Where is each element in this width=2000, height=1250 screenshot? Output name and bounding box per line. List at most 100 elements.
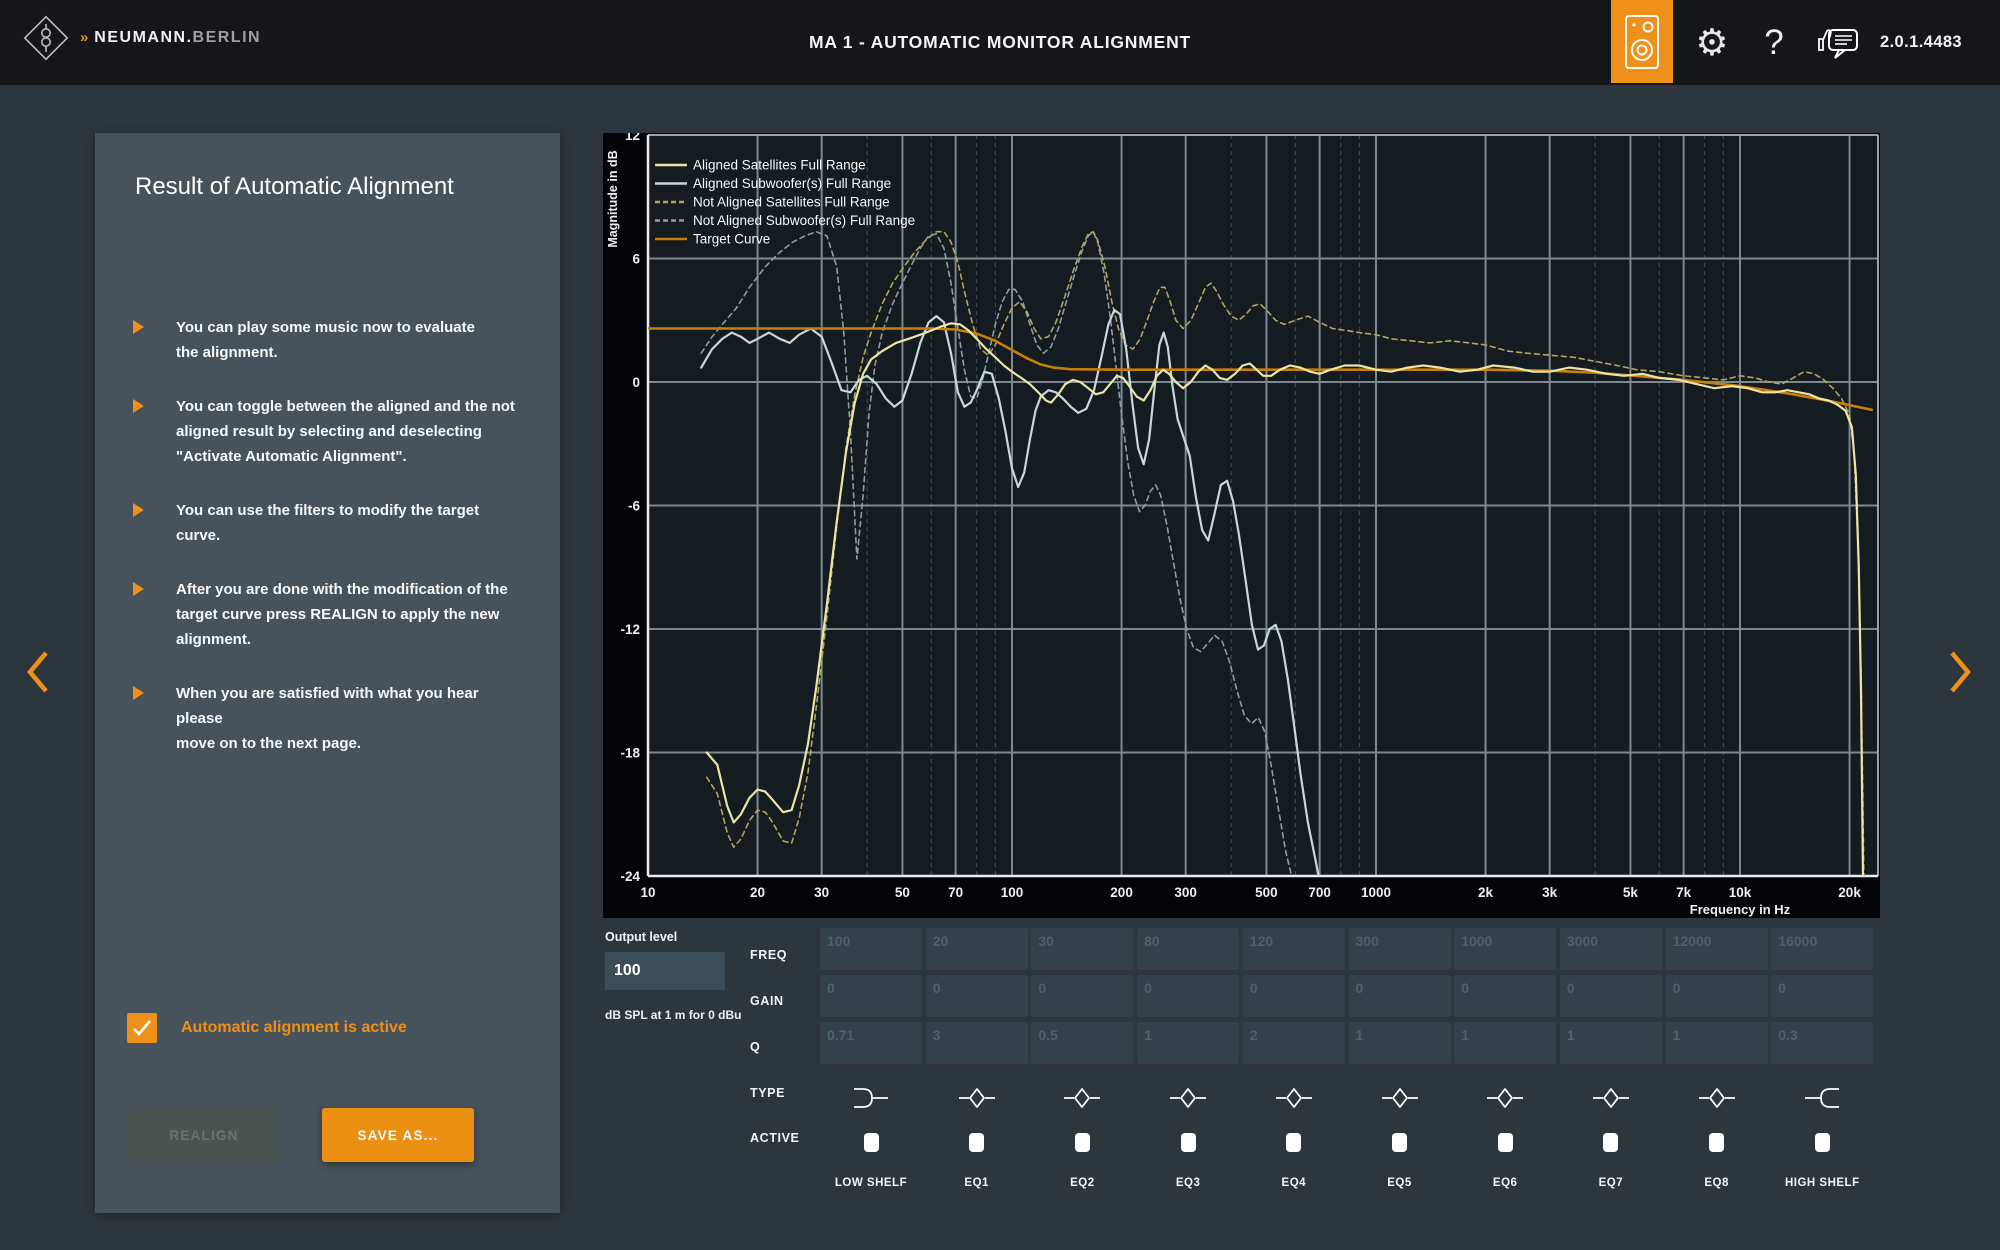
eq-freq-field[interactable]: 100 [820,928,922,970]
instruction-item: You can play some music now to evaluate … [133,315,523,365]
help-button[interactable]: ? [1752,0,1796,85]
version-label: 2.0.1.4483 [1880,0,1962,85]
active-checkbox[interactable] [1603,1133,1618,1152]
speaker-icon [1624,14,1660,70]
eq-freq-field[interactable]: 1000 [1454,928,1556,970]
eq-freq-field[interactable]: 120 [1243,928,1345,970]
eq-band-label: LOW SHELF [820,1177,922,1189]
bell-icon[interactable] [1560,1086,1662,1110]
instruction-text: You can use the filters to modify the ta… [176,498,523,548]
active-checkbox[interactable] [1075,1133,1090,1152]
eq-gain-field[interactable]: 0 [1771,975,1873,1017]
eq-freq-field[interactable]: 12000 [1666,928,1768,970]
previous-page-button[interactable] [26,650,50,699]
eq-band-label: HIGH SHELF [1771,1177,1873,1189]
row-label-gain: GAIN [750,994,784,1008]
save-as-button[interactable]: SAVE AS... [322,1108,474,1162]
svg-text:1000: 1000 [1361,885,1391,900]
settings-button[interactable]: ⚙ [1688,0,1736,85]
active-checkbox[interactable] [1181,1133,1196,1152]
gear-icon: ⚙ [1695,21,1728,64]
eq-gain-field[interactable]: 0 [1137,975,1239,1017]
eq-freq-field[interactable]: 3000 [1560,928,1662,970]
eq-q-field[interactable]: 0.5 [1031,1022,1133,1064]
bullet-triangle-icon [133,582,155,596]
high-shelf-icon[interactable] [1771,1086,1873,1110]
eq-band-label: EQ4 [1243,1177,1345,1189]
automatic-alignment-checkbox[interactable] [127,1013,157,1043]
bell-icon[interactable] [1137,1086,1239,1110]
svg-text:100: 100 [1001,885,1024,900]
svg-text:Aligned Satellites Full Range: Aligned Satellites Full Range [693,158,866,173]
eq-q-field[interactable]: 1 [1666,1022,1768,1064]
eq-q-field[interactable]: 3 [926,1022,1028,1064]
monitor-setup-button[interactable] [1611,0,1673,83]
output-level-input[interactable]: 100 [605,952,725,990]
bullet-triangle-icon [133,399,155,413]
eq-q-field[interactable]: 1 [1349,1022,1451,1064]
bell-icon[interactable] [926,1086,1028,1110]
active-checkbox[interactable] [864,1133,879,1152]
eq-q-field[interactable]: 1 [1560,1022,1662,1064]
svg-text:Target Curve: Target Curve [693,232,770,247]
eq-gain-field[interactable]: 0 [1349,975,1451,1017]
svg-text:7k: 7k [1676,885,1692,900]
active-checkbox[interactable] [969,1133,984,1152]
eq-freq-field[interactable]: 30 [1031,928,1133,970]
svg-text:20k: 20k [1838,885,1861,900]
realign-button[interactable]: REALIGN [128,1108,280,1162]
eq-band-label: EQ5 [1349,1177,1451,1189]
svg-text:200: 200 [1110,885,1133,900]
active-checkbox[interactable] [1498,1133,1513,1152]
svg-text:-18: -18 [620,746,640,761]
eq-freq-field[interactable]: 80 [1137,928,1239,970]
svg-text:Not Aligned Satellites Full Ra: Not Aligned Satellites Full Range [693,195,890,210]
svg-text:3k: 3k [1542,885,1558,900]
svg-text:10k: 10k [1729,885,1752,900]
svg-text:-24: -24 [620,869,640,884]
svg-text:10: 10 [640,885,655,900]
eq-gain-field[interactable]: 0 [1666,975,1768,1017]
row-label-type: TYPE [750,1086,785,1100]
active-checkbox[interactable] [1286,1133,1301,1152]
eq-q-field[interactable]: 1 [1137,1022,1239,1064]
checkmark-icon [132,1019,152,1037]
eq-gain-field[interactable]: 0 [1031,975,1133,1017]
bell-icon[interactable] [1031,1086,1133,1110]
output-level-label: Output level [605,930,677,944]
eq-band-label: EQ7 [1560,1177,1662,1189]
eq-section: Output level 100 dB SPL at 1 m for 0 dBu… [603,928,1893,1228]
bell-icon[interactable] [1454,1086,1556,1110]
eq-gain-field[interactable]: 0 [926,975,1028,1017]
eq-freq-field[interactable]: 300 [1349,928,1451,970]
bullet-triangle-icon [133,320,155,334]
eq-q-field[interactable]: 1 [1454,1022,1556,1064]
bell-icon[interactable] [1349,1086,1451,1110]
eq-band-label: EQ1 [926,1177,1028,1189]
eq-q-field[interactable]: 0.71 [820,1022,922,1064]
instruction-item: After you are done with the modification… [133,577,523,652]
feedback-button[interactable] [1808,0,1870,85]
eq-freq-field[interactable]: 16000 [1771,928,1873,970]
active-checkbox[interactable] [1392,1133,1407,1152]
instruction-text: You can toggle between the aligned and t… [176,394,515,469]
automatic-alignment-toggle-row: Automatic alignment is active [127,1013,407,1043]
bell-icon[interactable] [1666,1086,1768,1110]
eq-gain-field[interactable]: 0 [1243,975,1345,1017]
low-shelf-icon[interactable] [820,1086,922,1110]
svg-text:12: 12 [625,133,640,143]
top-bar: » NEUMANN.BERLIN MA 1 - AUTOMATIC MONITO… [0,0,2000,85]
eq-freq-field[interactable]: 20 [926,928,1028,970]
svg-text:30: 30 [814,885,829,900]
eq-band-label: EQ6 [1454,1177,1556,1189]
active-checkbox[interactable] [1709,1133,1724,1152]
eq-q-field[interactable]: 0.3 [1771,1022,1873,1064]
eq-q-field[interactable]: 2 [1243,1022,1345,1064]
eq-gain-field[interactable]: 0 [1454,975,1556,1017]
eq-gain-field[interactable]: 0 [1560,975,1662,1017]
bell-icon[interactable] [1243,1086,1345,1110]
eq-gain-field[interactable]: 0 [820,975,922,1017]
instruction-text: After you are done with the modification… [176,577,508,652]
next-page-button[interactable] [1948,650,1972,699]
active-checkbox[interactable] [1815,1133,1830,1152]
